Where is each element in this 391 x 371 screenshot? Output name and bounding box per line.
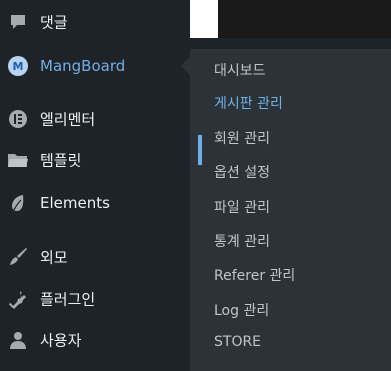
menu-item-label: 사용자 [40, 331, 82, 350]
submenu-item-store[interactable]: STORE [214, 334, 261, 350]
submenu-item-board-manage[interactable]: 게시판 관리 [214, 93, 283, 113]
plug-icon [6, 287, 30, 311]
menu-item-elements[interactable]: Elements [0, 186, 190, 220]
submenu-item-options[interactable]: 옵션 설정 [214, 162, 270, 182]
menu-item-label: Elements [40, 194, 110, 212]
elementor-icon [6, 107, 30, 131]
submenu-item-log-manage[interactable]: Log 관리 [214, 300, 269, 320]
submenu-item-stats-manage[interactable]: 통계 관리 [214, 231, 270, 251]
menu-item-label: 템플릿 [40, 151, 82, 170]
menu-item-plugins[interactable]: 플러그인 [0, 282, 190, 316]
menu-item-mangboard[interactable]: M MangBoard [0, 49, 190, 83]
menu-item-label: 엘리멘터 [40, 110, 96, 129]
admin-sidebar: 댓글 M MangBoard 엘리멘터 템플릿 Elements 외모 플러그인… [0, 0, 190, 371]
comment-icon [6, 10, 30, 34]
submenu-item-referer-manage[interactable]: Referer 관리 [214, 265, 295, 285]
menu-item-appearance[interactable]: 외모 [0, 240, 190, 274]
menu-item-label: 댓글 [40, 13, 68, 32]
menu-item-label: MangBoard [40, 57, 126, 75]
menu-item-label: 플러그인 [40, 290, 96, 309]
menu-item-label: 외모 [40, 248, 68, 267]
brush-icon [6, 245, 30, 269]
submenu-item-member-manage[interactable]: 회원 관리 [214, 128, 270, 148]
folder-icon [6, 148, 30, 172]
mangboard-submenu: 대시보드 게시판 관리 회원 관리 옵션 설정 파일 관리 통계 관리 Refe… [190, 49, 391, 371]
submenu-item-dashboard[interactable]: 대시보드 [214, 60, 266, 80]
leaf-icon [6, 191, 30, 215]
current-item-marker [198, 135, 202, 165]
menu-item-users[interactable]: 사용자 [0, 323, 190, 357]
mangboard-icon: M [6, 54, 30, 78]
menu-item-elementor[interactable]: 엘리멘터 [0, 102, 190, 136]
submenu-item-file-manage[interactable]: 파일 관리 [214, 197, 270, 217]
menu-item-templates[interactable]: 템플릿 [0, 143, 190, 177]
user-icon [6, 328, 30, 352]
flyout-arrow [181, 57, 190, 75]
menu-item-comments[interactable]: 댓글 [0, 5, 190, 39]
content-area [190, 0, 391, 38]
